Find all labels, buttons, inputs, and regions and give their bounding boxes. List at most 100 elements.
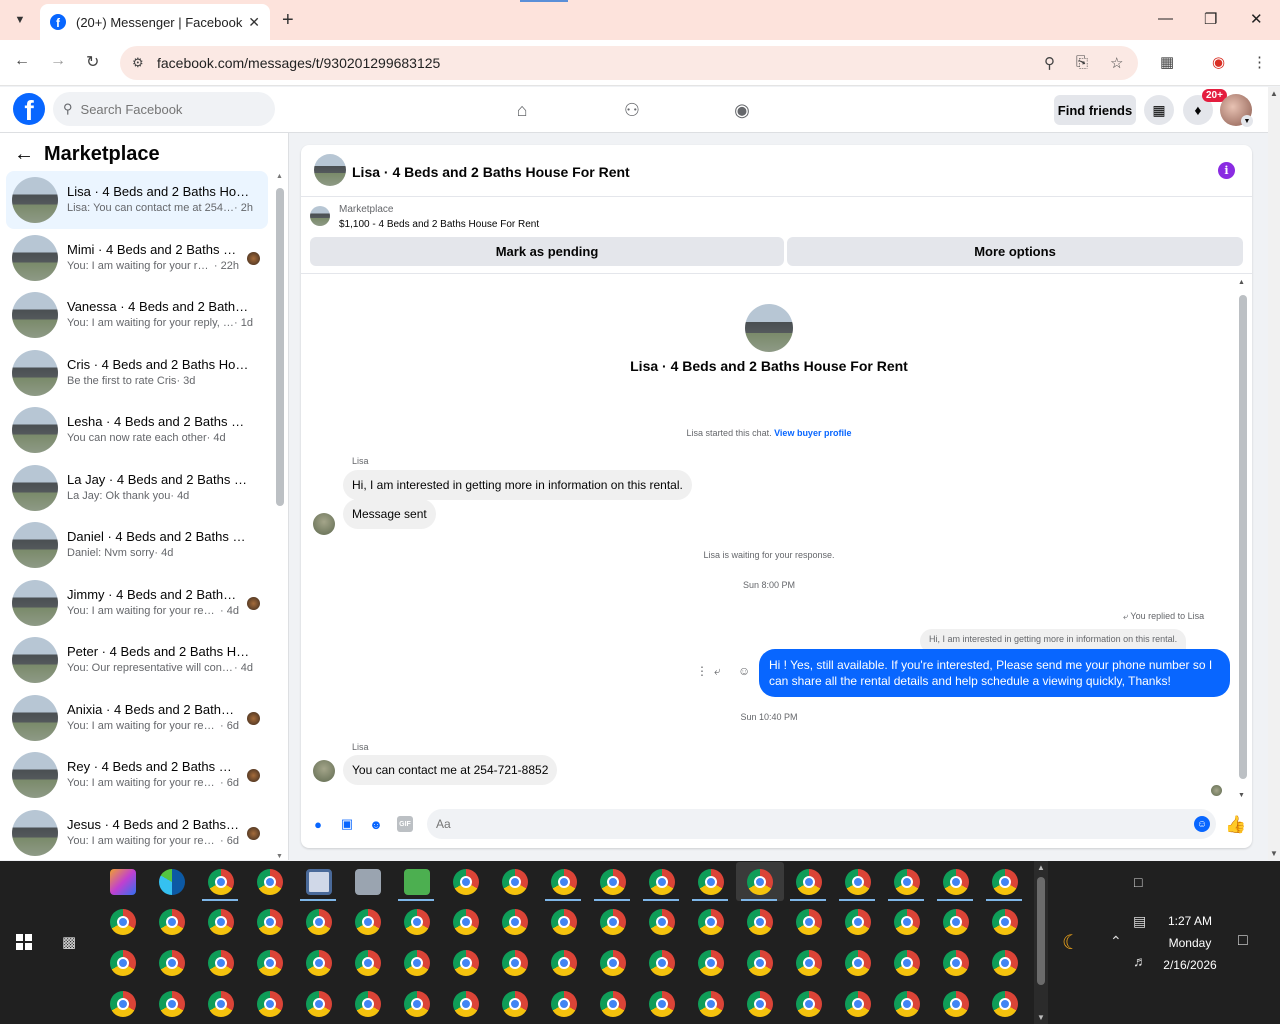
chrome-icon[interactable] <box>747 909 773 935</box>
chrome-icon[interactable] <box>453 909 479 935</box>
incoming-message[interactable]: Message sent <box>343 499 436 529</box>
browser-menu-icon[interactable]: ⋮ <box>1252 53 1267 71</box>
conversation-item[interactable]: Jimmy · 4 Beds and 2 Baths House For Ren… <box>6 574 268 632</box>
react-smiley-icon[interactable]: ☺ <box>738 664 750 678</box>
profile-icon[interactable]: ◉ <box>1212 53 1225 71</box>
scrollbar-thumb[interactable] <box>276 188 284 506</box>
chrome-icon[interactable] <box>159 991 185 1017</box>
zoom-icon[interactable]: ⚲ <box>1044 54 1055 72</box>
view-buyer-profile-link[interactable]: View buyer profile <box>774 428 851 438</box>
restore-icon[interactable]: ❐ <box>1204 10 1217 28</box>
chat-avatar[interactable] <box>314 154 346 186</box>
chrome-icon[interactable] <box>453 869 479 895</box>
chrome-icon[interactable] <box>257 869 283 895</box>
reply-icon[interactable]: ⤶ <box>714 664 721 679</box>
task-view-icon[interactable]: ▩ <box>62 933 76 951</box>
chrome-icon[interactable] <box>845 950 871 976</box>
conversation-item[interactable]: Rey · 4 Beds and 2 Baths House For Rent Y… <box>6 746 268 804</box>
conversation-item[interactable]: Vanessa · 4 Beds and 2 Baths House For R… <box>6 286 268 344</box>
chrome-icon[interactable] <box>894 869 920 895</box>
sticker-icon[interactable]: ☻ <box>368 816 384 832</box>
composer-box[interactable]: ☺ <box>427 809 1216 839</box>
message-input[interactable] <box>436 817 1176 831</box>
tab-search-chevron-icon[interactable]: ▼ <box>8 8 32 32</box>
edge-icon[interactable] <box>159 869 185 895</box>
menu-grid-icon[interactable]: ▦ <box>1144 95 1174 125</box>
windows-start-icon[interactable] <box>16 934 32 950</box>
chrome-icon[interactable] <box>992 909 1018 935</box>
chrome-icon[interactable] <box>845 909 871 935</box>
chrome-icon[interactable] <box>698 950 724 976</box>
chrome-icon[interactable] <box>208 991 234 1017</box>
chrome-icon[interactable] <box>110 991 136 1017</box>
chrome-icon[interactable] <box>110 950 136 976</box>
chrome-icon[interactable] <box>747 991 773 1017</box>
moon-icon[interactable]: ☾ <box>1062 930 1080 955</box>
monitor-app-icon[interactable] <box>355 869 381 895</box>
gif-icon[interactable]: GIF <box>397 816 413 832</box>
volume-icon[interactable]: ♬ <box>1133 953 1147 969</box>
incoming-message[interactable]: You can contact me at 254-721-8852 <box>343 755 558 785</box>
conversation-item[interactable]: Cris · 4 Beds and 2 Baths House For Rent… <box>6 344 268 402</box>
chrome-icon[interactable] <box>159 950 185 976</box>
minimize-icon[interactable]: — <box>1158 10 1173 27</box>
chrome-icon[interactable] <box>502 909 528 935</box>
back-arrow-icon[interactable]: ← <box>14 52 30 70</box>
scroll-up-icon[interactable]: ▲ <box>276 173 283 180</box>
chrome-icon[interactable] <box>649 950 675 976</box>
tab-close-icon[interactable]: ✕ <box>248 14 260 31</box>
chevron-down-icon[interactable]: ▼ <box>1241 115 1253 127</box>
conversation-item[interactable]: Peter · 4 Beds and 2 Baths House For Ren… <box>6 631 268 689</box>
chrome-icon[interactable] <box>992 869 1018 895</box>
chrome-icon[interactable] <box>551 909 577 935</box>
extensions-puzzle-icon[interactable]: ▦ <box>1160 53 1174 71</box>
listing-thumbnail[interactable] <box>310 206 330 226</box>
clock-day[interactable]: Monday <box>1150 936 1230 950</box>
chrome-icon[interactable] <box>943 869 969 895</box>
scroll-up-icon[interactable]: ▲ <box>1270 89 1278 98</box>
new-tab-plus-icon[interactable]: + <box>282 8 294 32</box>
conversation-item[interactable]: Lesha · 4 Beds and 2 Baths House For Ren… <box>6 401 268 459</box>
facebook-logo-icon[interactable]: f <box>13 93 45 125</box>
conversation-item[interactable]: Daniel · 4 Beds and 2 Baths House For Re… <box>6 516 268 574</box>
more-options-button[interactable]: More options <box>787 237 1243 266</box>
search-input[interactable] <box>80 101 251 117</box>
photo-icon[interactable]: ▣ <box>339 816 355 832</box>
sender-avatar[interactable] <box>313 760 335 782</box>
chrome-icon[interactable] <box>600 991 626 1017</box>
chrome-icon[interactable] <box>796 869 822 895</box>
chrome-icon[interactable] <box>845 869 871 895</box>
conversation-item[interactable]: La Jay · 4 Beds and 2 Baths House For Re… <box>6 459 268 517</box>
chrome-icon[interactable] <box>257 991 283 1017</box>
chrome-icon[interactable] <box>306 991 332 1017</box>
reload-icon[interactable]: ↻ <box>86 52 99 72</box>
chart-app-icon[interactable] <box>404 869 430 895</box>
chrome-icon[interactable] <box>796 909 822 935</box>
scroll-up-icon[interactable]: ▲ <box>1238 279 1245 286</box>
bookmark-star-icon[interactable]: ☆ <box>1110 54 1123 72</box>
scroll-up-icon[interactable]: ▲ <box>1037 863 1045 872</box>
chrome-icon[interactable] <box>257 909 283 935</box>
mark-as-pending-button[interactable]: Mark as pending <box>310 237 784 266</box>
chat-scrollbar[interactable]: ▲ ▼ <box>1238 279 1248 799</box>
home-icon[interactable]: ⌂ <box>509 97 535 123</box>
chrome-icon[interactable] <box>747 869 773 895</box>
chrome-icon[interactable] <box>894 991 920 1017</box>
chrome-icon[interactable] <box>208 909 234 935</box>
chrome-icon[interactable] <box>600 909 626 935</box>
incoming-message[interactable]: Hi, I am interested in getting more in i… <box>343 470 692 500</box>
chrome-icon[interactable] <box>355 909 381 935</box>
page-scrollbar[interactable]: ▲ ▼ <box>1268 87 1280 860</box>
thumbs-up-icon[interactable]: 👍 <box>1225 815 1246 835</box>
scroll-down-icon[interactable]: ▼ <box>1238 792 1245 799</box>
conversation-item[interactable]: Jesus · 4 Beds and 2 Baths House For Ren… <box>6 804 268 861</box>
find-friends-button[interactable]: Find friends <box>1054 95 1136 125</box>
chrome-icon[interactable] <box>306 950 332 976</box>
chrome-icon[interactable] <box>110 909 136 935</box>
taskbar-scrollbar[interactable]: ▲ ▼ <box>1034 861 1048 1024</box>
copilot-icon[interactable] <box>110 869 136 895</box>
chrome-icon[interactable] <box>551 991 577 1017</box>
scrollbar-thumb[interactable] <box>1037 877 1045 985</box>
chevron-up-icon[interactable]: ⌃ <box>1110 933 1122 950</box>
more-actions-icon[interactable]: ⋮ <box>696 664 708 678</box>
